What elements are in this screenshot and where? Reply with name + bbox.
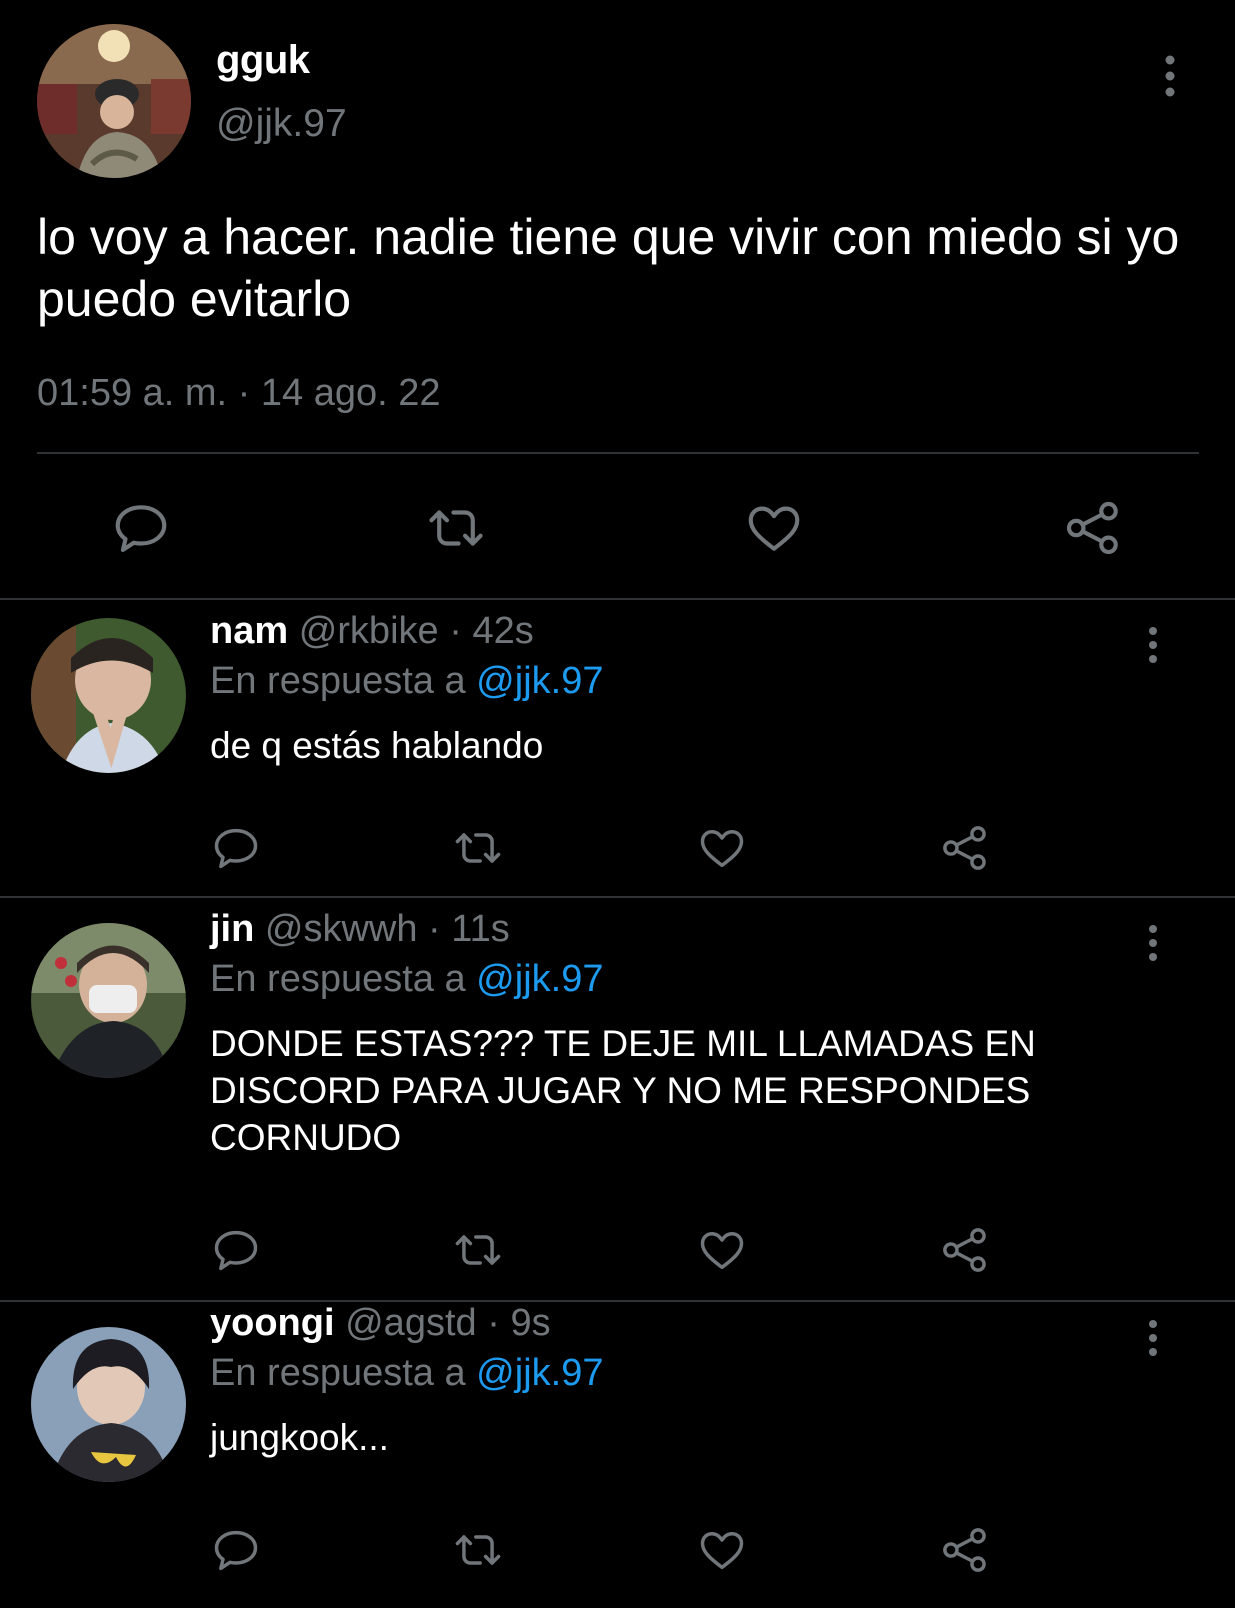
separator: · [417, 908, 452, 950]
share-icon[interactable] [939, 1524, 991, 1576]
avatar-photo [31, 923, 186, 1078]
tweet-text: lo voy a hacer. nadie tiene que vivir co… [37, 209, 1180, 327]
divider [37, 452, 1199, 454]
like-icon[interactable] [743, 497, 805, 559]
avatar-photo [31, 618, 186, 773]
reply-text: de q estás hablando [210, 725, 544, 766]
like-icon[interactable] [696, 1224, 748, 1276]
main-tweet: gguk @jjk.97 lo voy a hacer. nadie tiene… [0, 0, 1235, 600]
retweet-icon[interactable] [452, 1524, 504, 1576]
reply-mention-link[interactable]: @jjk.97 [476, 660, 603, 702]
display-name[interactable]: jin [210, 908, 254, 950]
avatar[interactable] [31, 1327, 186, 1482]
more-options-icon[interactable] [1150, 54, 1190, 98]
reply-icon[interactable] [210, 822, 262, 874]
reply-item[interactable]: jin @skwwh · 11s En respuesta a @jjk.97 … [0, 898, 1235, 1302]
reply-context: En respuesta a @jjk.97 [210, 958, 603, 1001]
reply-text: DONDE ESTAS??? TE DEJE MIL LLAMADAS EN D… [210, 1023, 1036, 1158]
reply-header: yoongi @agstd · 9s [210, 1302, 551, 1345]
reply-item[interactable]: nam @rkbike · 42s En respuesta a @jjk.97… [0, 600, 1235, 898]
reply-icon[interactable] [210, 1524, 262, 1576]
reply-icon[interactable] [110, 497, 172, 559]
more-options-icon[interactable] [1135, 1318, 1171, 1358]
user-handle[interactable]: @rkbike [299, 610, 439, 652]
retweet-icon[interactable] [425, 497, 487, 559]
share-icon[interactable] [1062, 497, 1124, 559]
reply-header: nam @rkbike · 42s [210, 610, 534, 653]
reply-time[interactable]: 9s [510, 1302, 550, 1344]
reply-item[interactable]: yoongi @agstd · 9s En respuesta a @jjk.9… [0, 1302, 1235, 1608]
avatar[interactable] [37, 24, 191, 178]
user-handle[interactable]: @jjk.97 [216, 102, 347, 146]
display-name[interactable]: nam [210, 610, 288, 652]
reply-header: jin @skwwh · 11s [210, 908, 510, 951]
retweet-icon[interactable] [452, 1224, 504, 1276]
share-icon[interactable] [939, 822, 991, 874]
avatar-photo [37, 24, 191, 178]
reply-time[interactable]: 11s [451, 908, 509, 950]
share-icon[interactable] [939, 1224, 991, 1276]
reply-prefix: En respuesta a [210, 1352, 477, 1394]
reply-prefix: En respuesta a [210, 660, 477, 702]
reply-context: En respuesta a @jjk.97 [210, 1352, 603, 1395]
user-handle[interactable]: @skwwh [265, 908, 418, 950]
display-name[interactable]: gguk [216, 38, 310, 83]
reply-text: jungkook... [210, 1417, 389, 1458]
reply-time[interactable]: 42s [472, 610, 533, 652]
display-name[interactable]: yoongi [210, 1302, 335, 1344]
like-icon[interactable] [696, 822, 748, 874]
like-icon[interactable] [696, 1524, 748, 1576]
avatar[interactable] [31, 618, 186, 773]
tweet-timestamp[interactable]: 01:59 a. m. · 14 ago. 22 [37, 372, 441, 415]
more-options-icon[interactable] [1135, 923, 1171, 963]
reply-prefix: En respuesta a [210, 958, 477, 1000]
reply-icon[interactable] [210, 1224, 262, 1276]
reply-context: En respuesta a @jjk.97 [210, 660, 603, 703]
more-options-icon[interactable] [1135, 625, 1171, 665]
avatar-photo [31, 1327, 186, 1482]
separator: · [476, 1302, 511, 1344]
user-handle[interactable]: @agstd [345, 1302, 477, 1344]
retweet-icon[interactable] [452, 822, 504, 874]
separator: · [438, 610, 473, 652]
reply-mention-link[interactable]: @jjk.97 [476, 958, 603, 1000]
reply-mention-link[interactable]: @jjk.97 [476, 1352, 603, 1394]
avatar[interactable] [31, 923, 186, 1078]
